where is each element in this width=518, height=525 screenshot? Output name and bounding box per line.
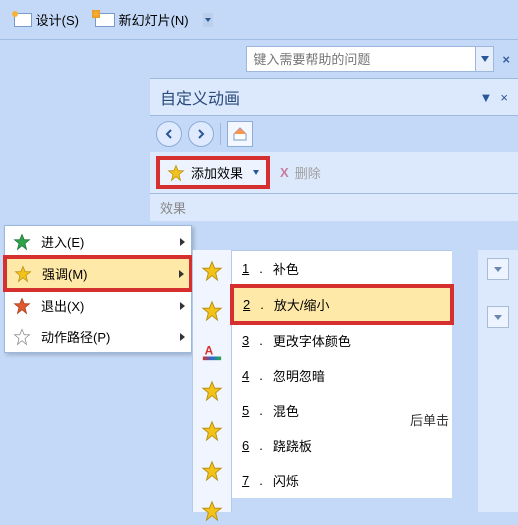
submenu-label: 忽明忽暗: [273, 366, 325, 385]
submenu-arrow-icon: [180, 302, 185, 310]
panel-titlebar: 自定义动画 ▼ ×: [150, 78, 518, 116]
submenu-item-change-font-color[interactable]: 3. 更改字体颜色: [232, 323, 452, 358]
design-button[interactable]: 设计(S): [8, 6, 85, 33]
menu-item-motion-path[interactable]: 动作路径(P): [5, 321, 191, 352]
submenu-arrow-icon: [180, 238, 185, 246]
help-search-input[interactable]: [246, 46, 476, 72]
submenu-item-complementary-color[interactable]: 1. 补色: [232, 251, 452, 286]
new-slide-icon: [95, 13, 115, 27]
top-toolbar: 设计(S) 新幻灯片(N): [0, 0, 518, 40]
submenu-label: 更改字体颜色: [273, 331, 351, 350]
star-icon: [11, 233, 33, 251]
star-icon: [12, 265, 34, 283]
star-icon: [201, 260, 223, 280]
new-slide-button[interactable]: 新幻灯片(N): [89, 6, 195, 33]
help-bar: ×: [0, 40, 518, 78]
submenu-label: 跷跷板: [273, 436, 312, 455]
svg-text:A: A: [205, 344, 214, 358]
submenu-item-teeter[interactable]: 6. 跷跷板: [232, 428, 452, 463]
star-icon: [201, 500, 223, 520]
effect-caption: 效果: [150, 194, 518, 221]
nav-back-button[interactable]: [156, 121, 182, 147]
menu-label: 进入(E): [41, 232, 84, 251]
star-icon: [201, 300, 223, 320]
right-control-strip: [478, 250, 518, 512]
menu-label: 退出(X): [41, 296, 84, 315]
property-dropdown[interactable]: [487, 306, 509, 328]
emphasis-submenu: 1. 补色 2. 放大/缩小 3. 更改字体颜色 4. 忽明忽暗 5. 混色 6…: [232, 250, 452, 498]
panel-menu-dropdown[interactable]: ▼: [480, 90, 493, 105]
hint-text-fragment: 后单击: [410, 410, 449, 429]
star-icon: [201, 380, 223, 400]
submenu-label: 闪烁: [273, 471, 299, 490]
property-dropdown[interactable]: [487, 258, 509, 280]
submenu-label: 放大/缩小: [274, 295, 330, 314]
submenu-item-flicker[interactable]: 4. 忽明忽暗: [232, 358, 452, 393]
panel-nav-row: [150, 116, 518, 152]
design-label: 设计(S): [32, 10, 79, 29]
delete-button[interactable]: X 删除: [280, 163, 321, 182]
action-row: 添加效果 X 删除: [150, 152, 518, 194]
nav-home-button[interactable]: [227, 121, 253, 147]
star-icon: [11, 328, 33, 346]
submenu-icon-strip: A: [192, 250, 232, 512]
menu-item-enter[interactable]: 进入(E): [5, 226, 191, 257]
help-dropdown[interactable]: [476, 46, 494, 72]
chevron-down-icon: [253, 170, 259, 175]
effect-category-menu: 进入(E) 强调(M) 退出(X) 动作路径(P): [4, 225, 192, 353]
star-icon: [201, 420, 223, 440]
star-icon: [167, 164, 185, 182]
star-icon: [11, 297, 33, 315]
new-slide-label: 新幻灯片(N): [115, 10, 189, 29]
submenu-item-grow-shrink[interactable]: 2. 放大/缩小: [232, 286, 452, 323]
delete-x-icon: X: [280, 165, 289, 180]
menu-item-emphasis[interactable]: 强调(M): [5, 257, 191, 290]
star-icon: [201, 460, 223, 480]
menu-label: 强调(M): [42, 264, 88, 283]
submenu-arrow-icon: [179, 270, 184, 278]
menu-item-exit[interactable]: 退出(X): [5, 290, 191, 321]
toolbar-overflow-dropdown[interactable]: [203, 13, 213, 27]
delete-label: 删除: [295, 163, 321, 182]
submenu-arrow-icon: [180, 333, 185, 341]
panel-title-text: 自定义动画: [160, 85, 240, 109]
close-icon[interactable]: ×: [502, 52, 510, 67]
menu-label: 动作路径(P): [41, 327, 110, 346]
nav-forward-button[interactable]: [188, 121, 214, 147]
add-effect-button[interactable]: 添加效果: [158, 158, 268, 187]
submenu-label: 补色: [273, 259, 299, 278]
design-icon: [14, 13, 32, 27]
submenu-item-flash[interactable]: 7. 闪烁: [232, 463, 452, 498]
add-effect-label: 添加效果: [191, 163, 243, 182]
font-color-icon: A: [201, 340, 223, 360]
submenu-label: 混色: [273, 401, 299, 420]
panel-close-icon[interactable]: ×: [500, 90, 508, 105]
